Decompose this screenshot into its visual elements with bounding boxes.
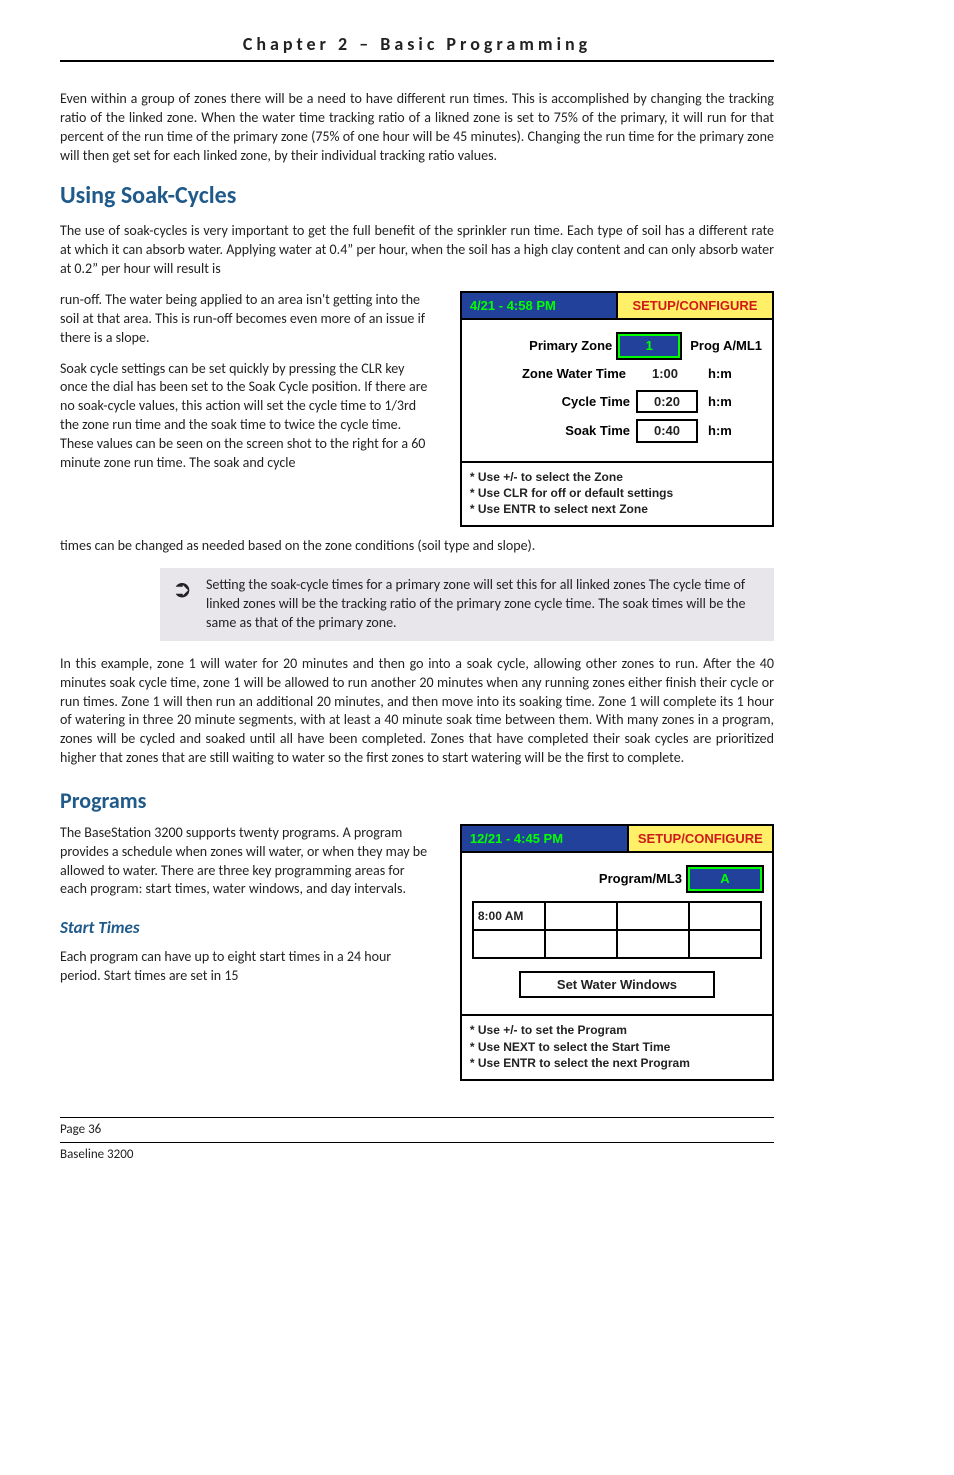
field-unit: h:m	[704, 365, 762, 383]
field-label: Soak Time	[472, 422, 630, 440]
start-time-cell	[545, 930, 617, 958]
field-value: 0:20	[636, 390, 698, 414]
start-time-cell	[473, 930, 545, 958]
lcd-soak-config: 4/21 - 4:58 PM SETUP/CONFIGURE Primary Z…	[460, 291, 774, 527]
lcd-datetime: 12/21 - 4:45 PM	[462, 826, 627, 852]
lcd-row-zone-water-time: Zone Water Time 1:00 h:m	[472, 364, 762, 384]
heading-soak-cycles: Using Soak-Cycles	[60, 180, 774, 212]
start-time-cell	[617, 930, 689, 958]
set-water-windows-button: Set Water Windows	[519, 971, 715, 999]
lcd-help-line: * Use ENTR to select the next Program	[470, 1055, 764, 1071]
lcd-row-primary-zone: Primary Zone 1 Prog A/ML1	[472, 334, 762, 358]
callout-text: Setting the soak-cycle times for a prima…	[206, 576, 746, 631]
lcd-help-line: * Use CLR for off or default settings	[470, 485, 764, 501]
lcd-datetime: 4/21 - 4:58 PM	[462, 293, 616, 319]
start-times-grid: 8:00 AM	[472, 901, 762, 959]
field-value: 1	[618, 334, 680, 358]
body-paragraph: In this example, zone 1 will water for 2…	[60, 655, 774, 768]
field-label: Primary Zone	[472, 337, 612, 355]
field-value: A	[688, 867, 762, 891]
lcd-program-config: 12/21 - 4:45 PM SETUP/CONFIGURE Program/…	[460, 824, 774, 1081]
lcd-help: * Use +/- to set the Program * Use NEXT …	[462, 1014, 772, 1079]
field-value: 1:00	[632, 364, 698, 384]
field-value: 0:40	[636, 419, 698, 443]
lcd-help-line: * Use NEXT to select the Start Time	[470, 1039, 764, 1055]
body-paragraph: run-off. The water being applied to an a…	[60, 291, 431, 348]
start-time-cell	[689, 930, 761, 958]
lcd-help-line: * Use ENTR to select next Zone	[470, 501, 764, 517]
start-time-cell	[545, 902, 617, 930]
lcd-mode: SETUP/CONFIGURE	[627, 826, 772, 852]
lcd-help: * Use +/- to select the Zone * Use CLR f…	[462, 461, 772, 526]
field-label: Program/ML3	[492, 870, 682, 888]
field-label: Zone Water Time	[472, 365, 626, 383]
arrow-icon: ➲	[172, 574, 192, 606]
chapter-header: Chapter 2 – Basic Programming	[60, 32, 774, 62]
lcd-help-line: * Use +/- to select the Zone	[470, 469, 764, 485]
field-unit: h:m	[704, 393, 762, 411]
field-label: Cycle Time	[472, 393, 630, 411]
body-paragraph: times can be changed as needed based on …	[60, 537, 774, 556]
lcd-mode: SETUP/CONFIGURE	[616, 293, 772, 319]
product-name: Baseline 3200	[60, 1146, 774, 1164]
start-time-cell	[689, 902, 761, 930]
body-paragraph: Soak cycle settings can be set quickly b…	[60, 360, 431, 473]
body-paragraph: The BaseStation 3200 supports twenty pro…	[60, 824, 431, 900]
body-paragraph: The use of soak-cycles is very important…	[60, 222, 774, 279]
info-callout: ➲ Setting the soak-cycle times for a pri…	[160, 568, 774, 641]
body-paragraph: Each program can have up to eight start …	[60, 948, 431, 986]
body-paragraph: Even within a group of zones there will …	[60, 90, 774, 166]
field-unit: h:m	[704, 422, 762, 440]
start-time-cell: 8:00 AM	[473, 902, 545, 930]
field-unit: Prog A/ML1	[686, 337, 762, 355]
start-time-cell	[617, 902, 689, 930]
heading-start-times: Start Times	[60, 917, 431, 940]
lcd-row-soak-time: Soak Time 0:40 h:m	[472, 419, 762, 443]
page-number: Page 36	[60, 1121, 774, 1139]
lcd-help-line: * Use +/- to set the Program	[470, 1022, 764, 1038]
heading-programs: Programs	[60, 786, 774, 816]
lcd-row-cycle-time: Cycle Time 0:20 h:m	[472, 390, 762, 414]
